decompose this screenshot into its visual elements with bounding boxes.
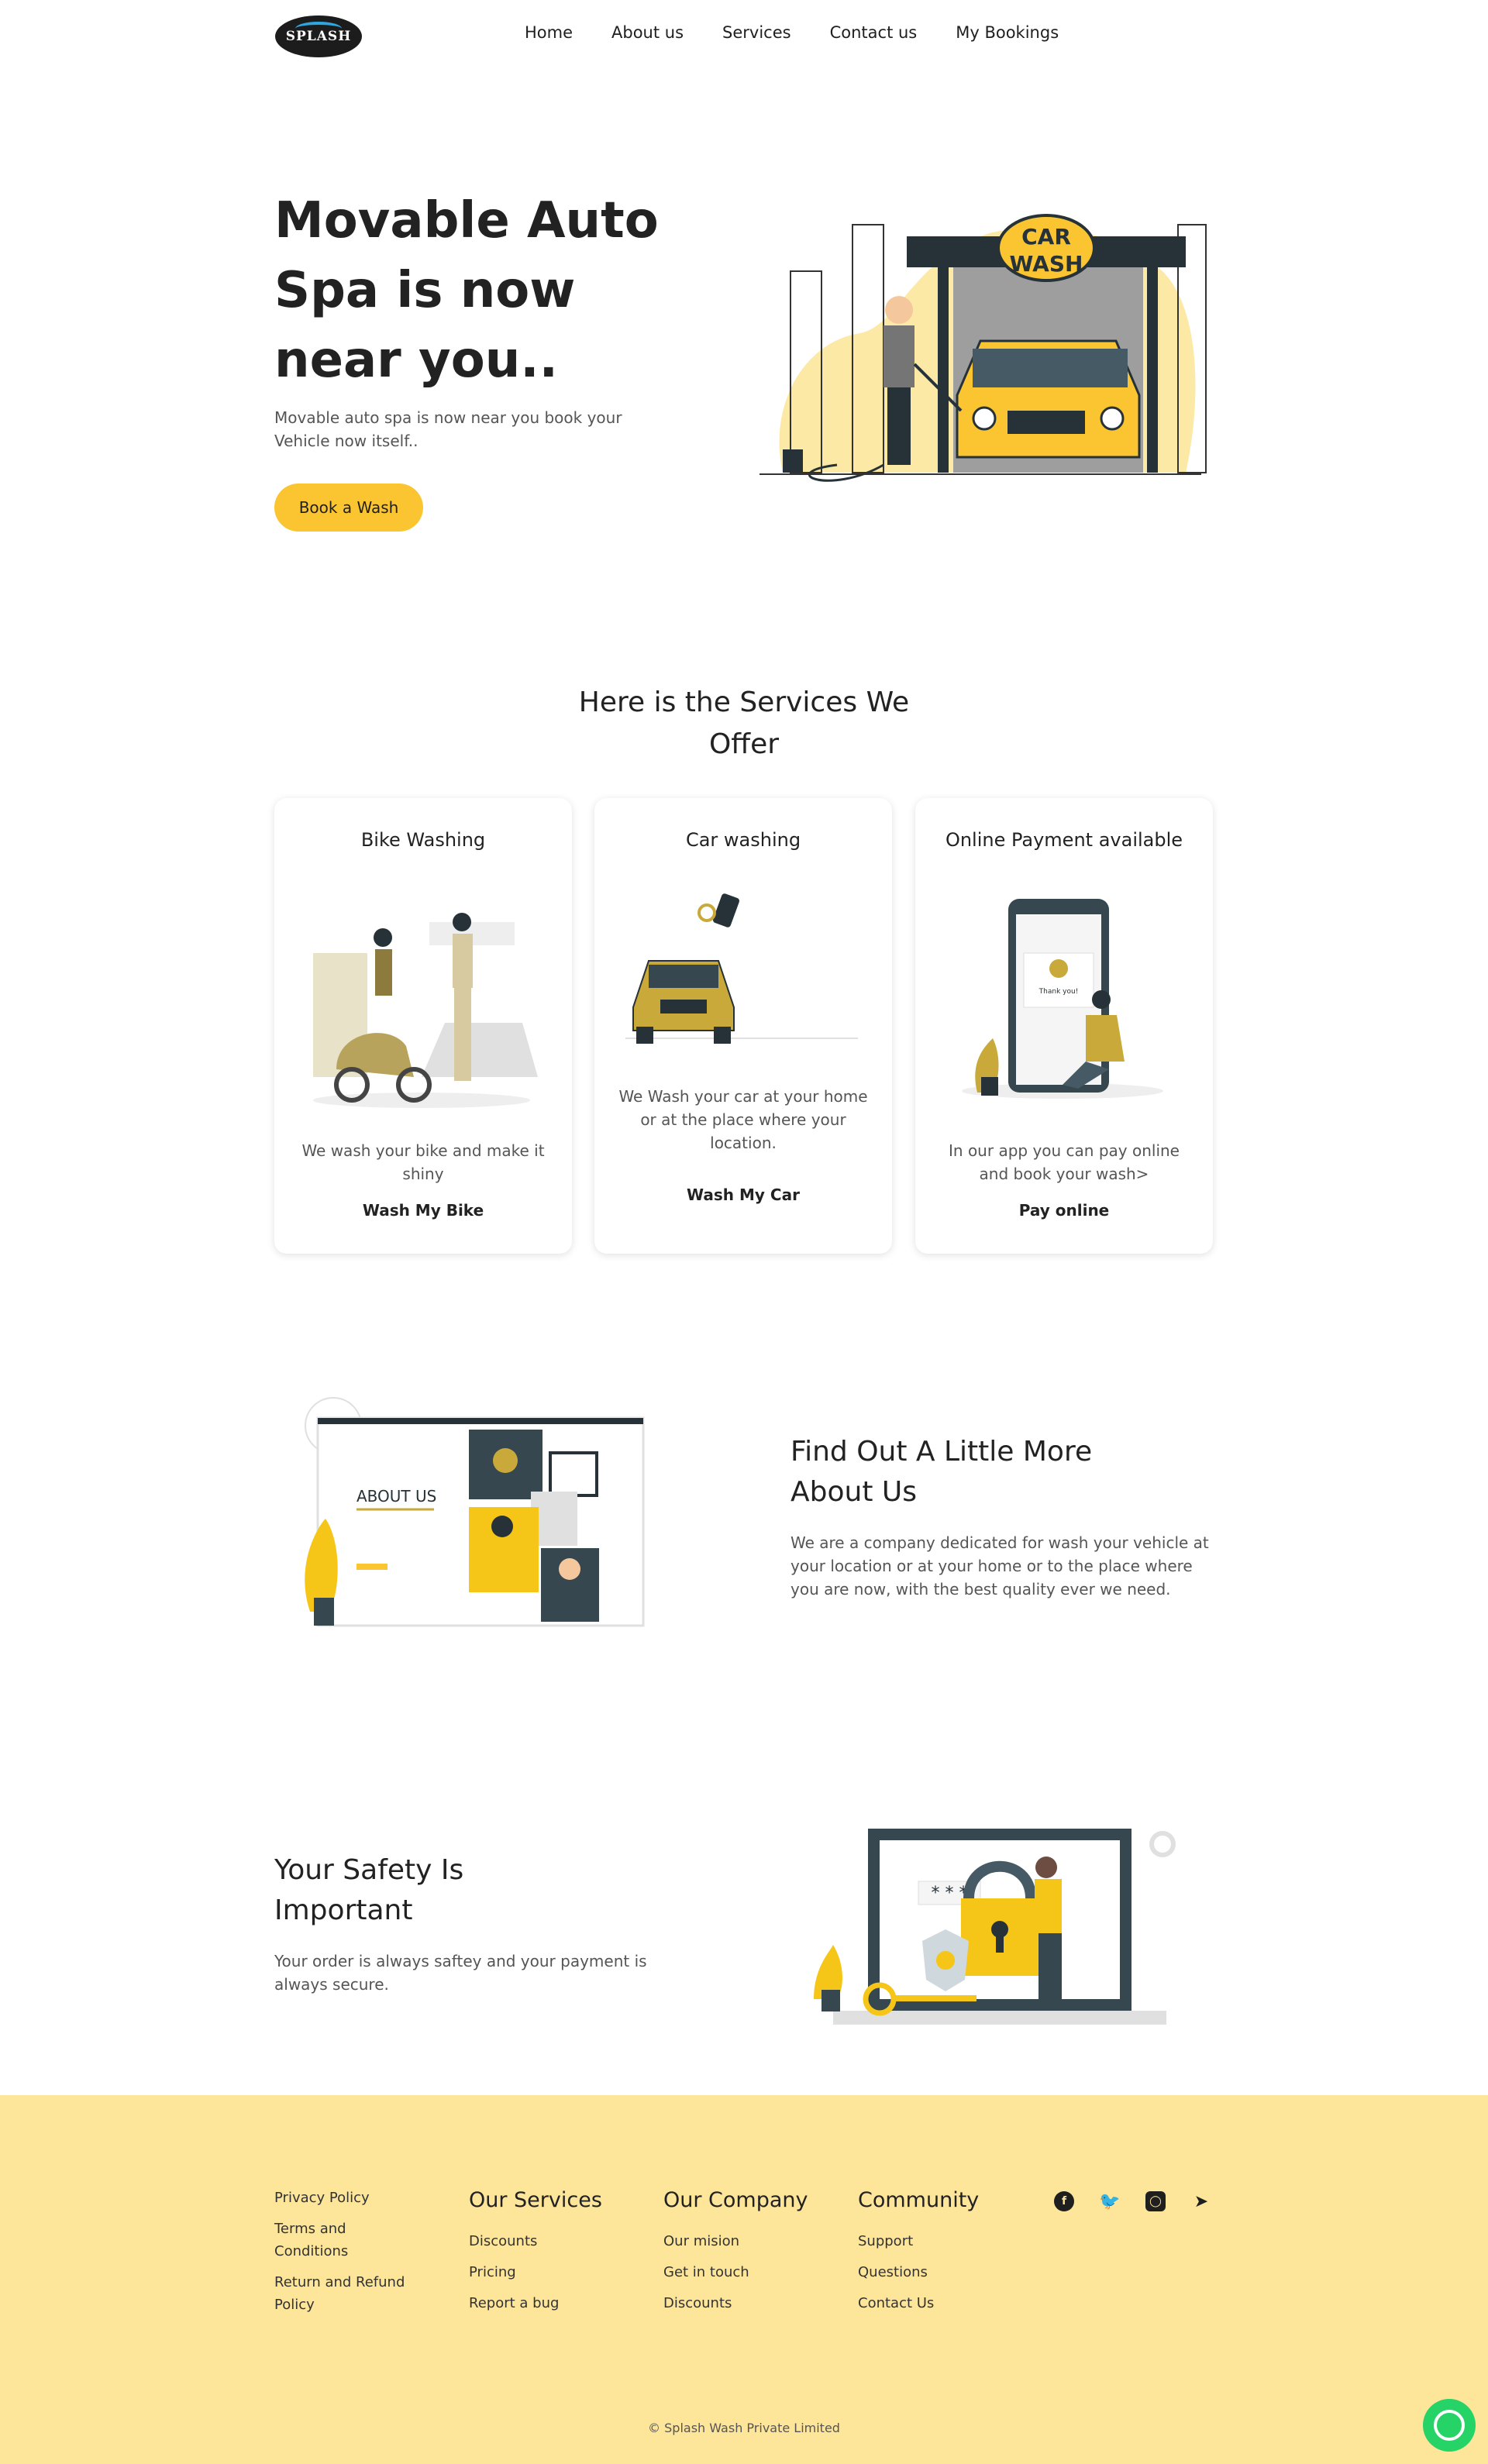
copyright-text: © Splash Wash Private Limited bbox=[648, 2421, 840, 2435]
footer-report-bug-link[interactable]: Report a bug bbox=[469, 2288, 602, 2319]
about-us-image-label: ABOUT US bbox=[356, 1487, 436, 1506]
svg-text:Thank you!: Thank you! bbox=[1038, 988, 1079, 996]
twitter-icon[interactable]: 🐦 bbox=[1099, 2191, 1120, 2211]
footer-contact-link[interactable]: Contact Us bbox=[858, 2288, 979, 2319]
hero-title: Movable Auto Spa is now near you.. bbox=[274, 192, 659, 389]
site-footer: Privacy Policy Terms and Conditions Retu… bbox=[0, 2095, 1488, 2464]
terms-link[interactable]: Terms and Conditions bbox=[274, 2218, 422, 2263]
footer-discounts-link[interactable]: Discounts bbox=[469, 2226, 602, 2257]
nav-home-link[interactable]: Home bbox=[525, 23, 573, 42]
car-washing-card: Car washing We Wash your car at your hom… bbox=[594, 798, 892, 1254]
footer-pricing-link[interactable]: Pricing bbox=[469, 2257, 602, 2288]
whatsapp-chat-button[interactable] bbox=[1423, 2399, 1476, 2452]
safety-title: Your Safety Is Important bbox=[274, 1854, 464, 1926]
safety-text: Your order is always saftey and your pay… bbox=[274, 1952, 647, 1994]
services-section-title: Here is the Services We Offer bbox=[578, 687, 910, 760]
top-nav: SPLASH Home About us Services Contact us… bbox=[0, 0, 1488, 70]
card-title: Car washing bbox=[685, 829, 801, 851]
book-wash-button[interactable]: Book a Wash bbox=[274, 484, 423, 532]
footer-legal-column: Privacy Policy Terms and Conditions Retu… bbox=[274, 2187, 422, 2325]
whatsapp-icon bbox=[1434, 2410, 1465, 2441]
nav-links: Home About us Services Contact us My Boo… bbox=[525, 23, 1059, 42]
nav-bookings-link[interactable]: My Bookings bbox=[956, 23, 1059, 42]
svg-text:WASH: WASH bbox=[1010, 251, 1083, 277]
svg-text:CAR: CAR bbox=[1021, 224, 1071, 249]
nav-contact-link[interactable]: Contact us bbox=[830, 23, 918, 42]
social-icons: f 🐦 ◯ ➤ bbox=[1054, 2191, 1211, 2211]
footer-company-column: Our Company Our mision Get in touch Disc… bbox=[663, 2188, 808, 2319]
wash-my-bike-link[interactable]: Wash My Bike bbox=[274, 1201, 572, 1220]
footer-column-title: Our Services bbox=[469, 2188, 602, 2212]
about-title: Find Out A Little More About Us bbox=[790, 1436, 1093, 1508]
online-payment-illustration: Thank you! bbox=[962, 899, 1163, 1099]
nav-about-link[interactable]: About us bbox=[611, 23, 684, 42]
security-illustration: * * * bbox=[814, 1829, 1176, 2025]
privacy-policy-link[interactable]: Privacy Policy bbox=[274, 2187, 422, 2209]
card-description: We Wash your car at your home or at the … bbox=[618, 1087, 868, 1152]
splash-logo[interactable]: SPLASH bbox=[275, 15, 362, 57]
nav-services-link[interactable]: Services bbox=[722, 23, 791, 42]
telegram-icon[interactable]: ➤ bbox=[1191, 2191, 1211, 2211]
card-title: Online Payment available bbox=[945, 829, 1183, 851]
footer-services-column: Our Services Discounts Pricing Report a … bbox=[469, 2188, 602, 2319]
footer-support-link[interactable]: Support bbox=[858, 2226, 979, 2257]
refund-policy-link[interactable]: Return and Refund Policy bbox=[274, 2271, 422, 2316]
pay-online-link[interactable]: Pay online bbox=[915, 1201, 1213, 1220]
footer-column-title: Community bbox=[858, 2188, 980, 2212]
facebook-icon[interactable]: f bbox=[1054, 2191, 1074, 2211]
footer-community-column: Community Support Questions Contact Us bbox=[858, 2188, 979, 2319]
footer-column-title: Our Company bbox=[663, 2188, 808, 2212]
wash-my-car-link[interactable]: Wash My Car bbox=[594, 1186, 892, 1204]
card-title: Bike Washing bbox=[360, 829, 486, 851]
instagram-icon[interactable]: ◯ bbox=[1145, 2191, 1166, 2211]
footer-mission-link[interactable]: Our mision bbox=[663, 2226, 808, 2257]
footer-company-discounts-link[interactable]: Discounts bbox=[663, 2288, 808, 2319]
hero-subtitle: Movable auto spa is now near you book yo… bbox=[274, 408, 622, 450]
bike-washing-illustration bbox=[313, 913, 538, 1108]
card-description: In our app you can pay online and book y… bbox=[949, 1141, 1180, 1183]
footer-questions-link[interactable]: Questions bbox=[858, 2257, 979, 2288]
car-wash-illustration: CAR WASH bbox=[760, 214, 1207, 482]
online-payment-card: Online Payment available Thank you! In o… bbox=[915, 798, 1213, 1254]
footer-get-in-touch-link[interactable]: Get in touch bbox=[663, 2257, 808, 2288]
bike-washing-card: Bike Washing We wash your bike and make … bbox=[274, 798, 572, 1254]
about-text: We are a company dedicated for wash your… bbox=[790, 1533, 1209, 1599]
about-us-illustration: ABOUT US bbox=[305, 1397, 645, 1627]
card-description: We wash your bike and make it shiny bbox=[301, 1141, 545, 1183]
